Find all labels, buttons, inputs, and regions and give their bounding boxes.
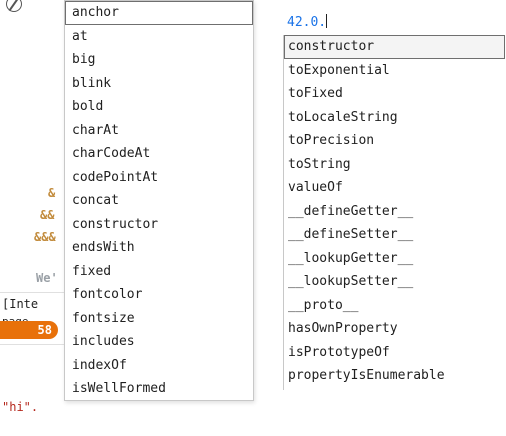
autocomplete-item[interactable]: big bbox=[65, 48, 253, 72]
autocomplete-item[interactable]: toString bbox=[284, 153, 505, 177]
autocomplete-item[interactable]: bold bbox=[65, 95, 253, 119]
autocomplete-list-string: anchor at big blink bold charAt charCode… bbox=[64, 0, 254, 401]
autocomplete-item[interactable]: includes bbox=[65, 330, 253, 354]
code-fragment: & bbox=[48, 186, 56, 200]
autocomplete-item[interactable]: at bbox=[65, 25, 253, 49]
autocomplete-item[interactable]: fontsize bbox=[65, 307, 253, 331]
message-count-badge: 58 bbox=[0, 321, 58, 339]
console-divider bbox=[0, 292, 66, 293]
autocomplete-item[interactable]: isWellFormed bbox=[65, 377, 253, 400]
autocomplete-item[interactable]: toLocaleString bbox=[284, 106, 505, 130]
autocomplete-item[interactable]: __lookupGetter__ bbox=[284, 247, 505, 271]
autocomplete-item[interactable]: indexOf bbox=[65, 354, 253, 378]
expression-text: 42.0. bbox=[287, 15, 327, 30]
autocomplete-item[interactable]: constructor bbox=[284, 35, 505, 59]
autocomplete-item[interactable]: concat bbox=[65, 189, 253, 213]
autocomplete-item[interactable]: propertyIsEnumerable bbox=[284, 364, 505, 388]
console-input[interactable]: "hi". bbox=[2, 400, 38, 414]
badge-count: 58 bbox=[37, 323, 52, 337]
autocomplete-item[interactable]: fontcolor bbox=[65, 283, 253, 307]
text-caret bbox=[326, 14, 328, 28]
autocomplete-item[interactable]: charCodeAt bbox=[65, 142, 253, 166]
console-expression[interactable]: 42.0. bbox=[287, 14, 328, 30]
autocomplete-item[interactable]: toFixed bbox=[284, 82, 505, 106]
autocomplete-item[interactable]: toPrecision bbox=[284, 129, 505, 153]
autocomplete-item[interactable]: isPrototypeOf bbox=[284, 341, 505, 365]
autocomplete-item[interactable]: toExponential bbox=[284, 59, 505, 83]
code-fragment: We' bbox=[36, 271, 58, 285]
autocomplete-item[interactable]: __lookupSetter__ bbox=[284, 270, 505, 294]
autocomplete-item[interactable]: __defineGetter__ bbox=[284, 200, 505, 224]
autocomplete-item[interactable]: __defineSetter__ bbox=[284, 223, 505, 247]
console-message: [Inte bbox=[2, 297, 39, 311]
autocomplete-item[interactable]: anchor bbox=[65, 1, 253, 25]
autocomplete-item[interactable]: hasOwnProperty bbox=[284, 317, 505, 341]
autocomplete-item[interactable]: __proto__ bbox=[284, 294, 505, 318]
autocomplete-item[interactable]: constructor bbox=[65, 213, 253, 237]
code-fragment: &&& bbox=[34, 230, 56, 244]
autocomplete-item[interactable]: endsWith bbox=[65, 236, 253, 260]
autocomplete-item[interactable]: codePointAt bbox=[65, 166, 253, 190]
code-fragment: && bbox=[40, 208, 55, 222]
autocomplete-item[interactable]: fixed bbox=[65, 260, 253, 284]
autocomplete-list-number: constructor toExponential toFixed toLoca… bbox=[283, 35, 505, 390]
autocomplete-item[interactable]: blink bbox=[65, 72, 253, 96]
autocomplete-item[interactable]: valueOf bbox=[284, 176, 505, 200]
console-divider bbox=[0, 344, 66, 345]
autocomplete-item[interactable]: charAt bbox=[65, 119, 253, 143]
